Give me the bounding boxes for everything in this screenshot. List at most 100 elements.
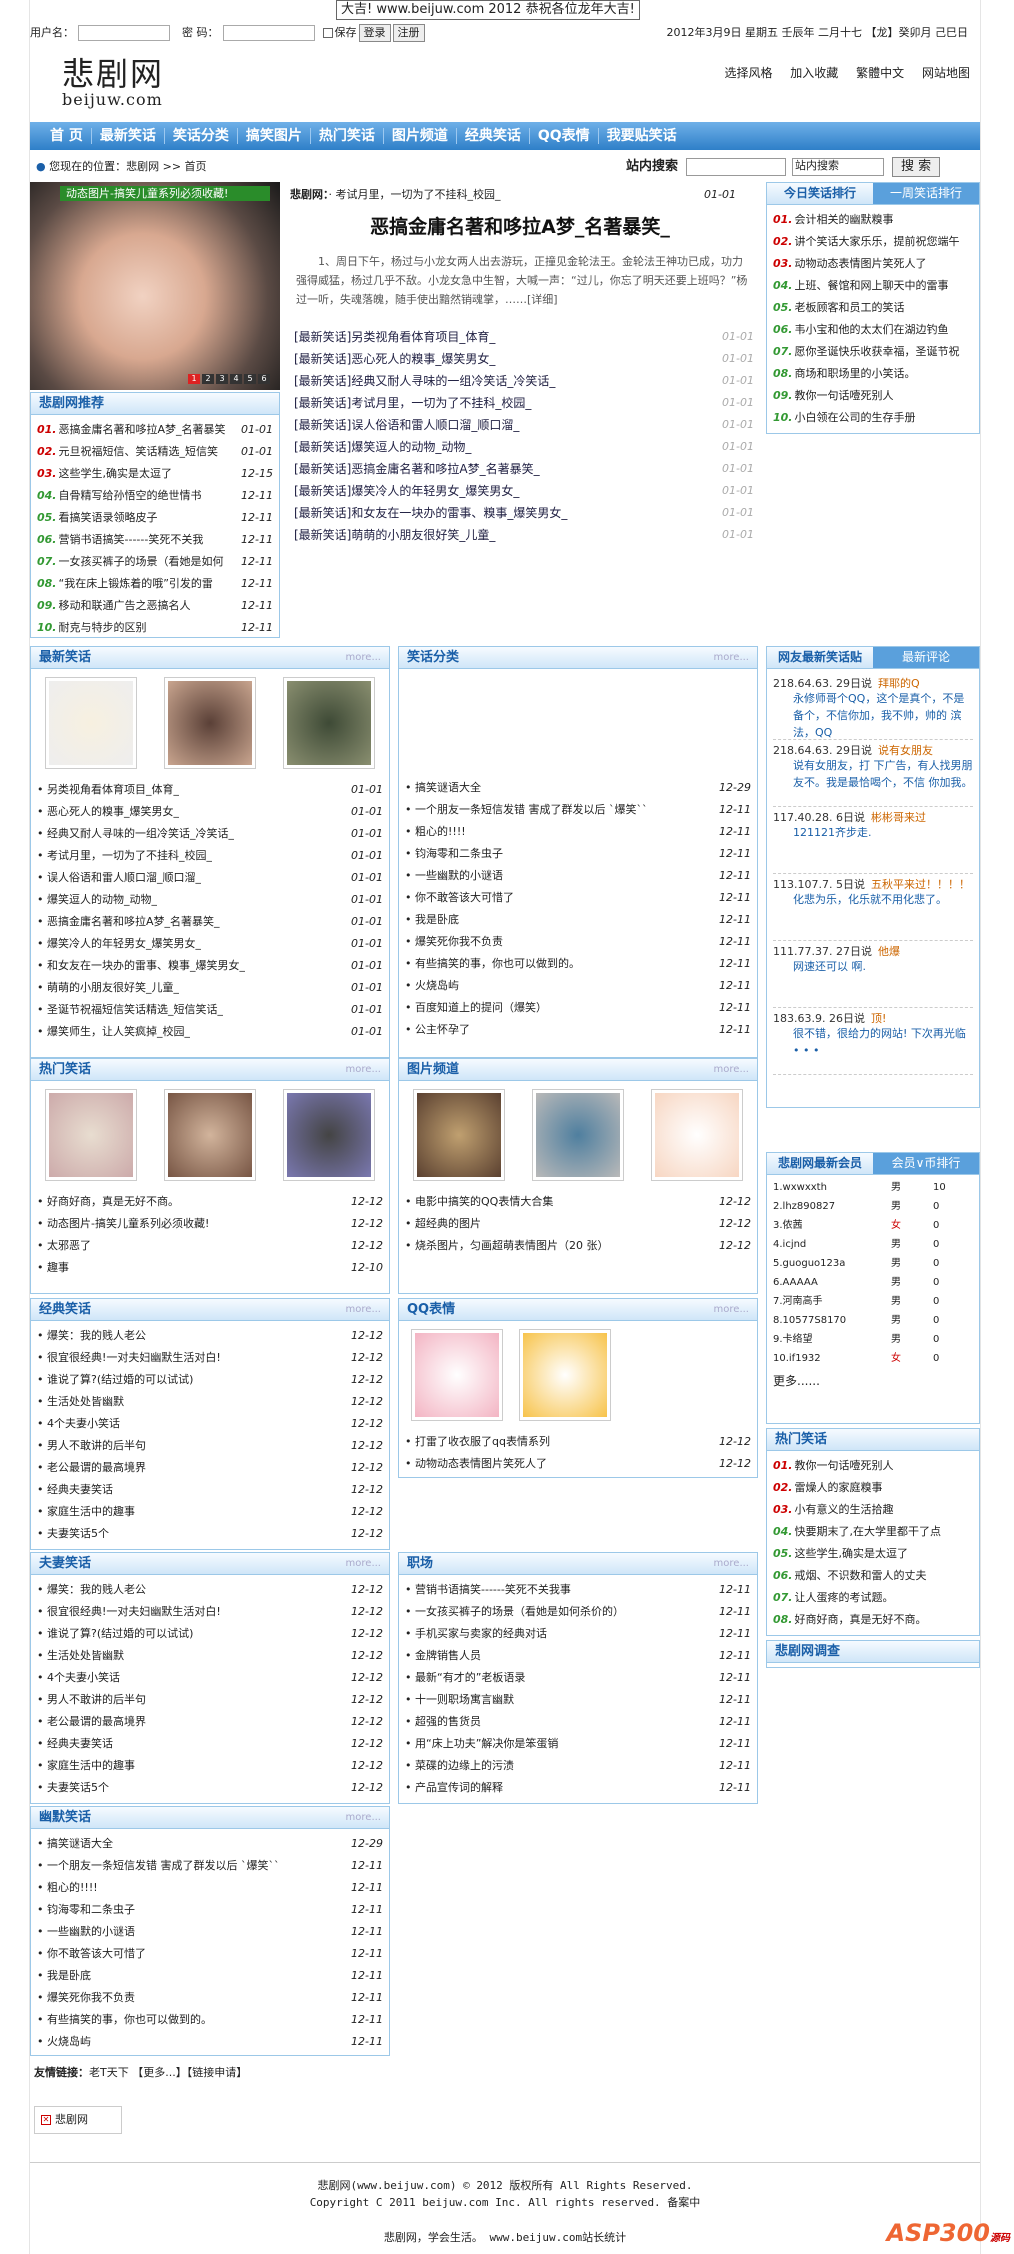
list-item-title[interactable]: 04. 快要期末了,在大学里都干了点 [773, 1525, 941, 1538]
list-item-title[interactable]: 05. 看搞笑语录领略皮子 [37, 511, 158, 524]
latest-title[interactable]: 最新笑话 [39, 650, 91, 666]
tab-user-posts[interactable]: 网友最新笑话贴 [767, 647, 873, 668]
link-traditional[interactable]: 繁體中文 [856, 66, 904, 80]
list-item-title[interactable]: • 家庭生活中的趣事 [37, 1505, 135, 1518]
list-item[interactable]: • 产品宣传词的解释 12-11 [405, 1777, 751, 1799]
list-item-title[interactable]: • 搞笑谜语大全 [37, 1837, 113, 1850]
list-item-title[interactable]: • 钧海零和二条虫子 [37, 1903, 135, 1916]
work-title[interactable]: 职场 [407, 1556, 433, 1572]
list-item[interactable]: • 超强的售货员 12-11 [405, 1711, 751, 1733]
list-item-text[interactable]: 生活处处皆幽默 [47, 1649, 124, 1662]
list-item-text[interactable]: 耐克与特步的区别 [59, 621, 147, 634]
list-item[interactable]: • 我是卧底 12-11 [37, 1965, 383, 1987]
list-item-text[interactable]: 爆笑师生，让人笑疯掉_校园_ [47, 1025, 190, 1038]
list-item[interactable]: • 爆笑逗人的动物_动物_ 01-01 [37, 889, 383, 911]
list-item[interactable]: 09. 教你一句话噎死别人 [773, 385, 973, 407]
list-item-title[interactable]: • 太邪恶了 [37, 1239, 91, 1252]
list-item-text[interactable]: 火烧岛屿 [47, 2035, 91, 2048]
member-row[interactable]: 7.河南高手男 0 [773, 1292, 973, 1311]
list-item-title[interactable]: • 粗心的!!!! [37, 1881, 98, 1894]
more-link[interactable]: more... [346, 1304, 381, 1316]
list-item-title[interactable]: • 用“床上功夫”解决你是笨蛋销 [405, 1737, 558, 1750]
list-item[interactable]: • 我是卧底 12-11 [405, 909, 751, 931]
slide-dot[interactable]: 2 [202, 374, 214, 384]
list-item-title[interactable]: 02. 雷燥人的家庭糗事 [773, 1481, 883, 1494]
list-item[interactable]: 03. 这些学生,确实是太逗了 12-15 [37, 463, 273, 485]
list-item-text[interactable]: 经典夫妻笑话 [47, 1483, 113, 1496]
message-author[interactable]: 顶! [871, 1012, 886, 1025]
news-item[interactable]: [最新笑话]和女友在一块办的雷事、糗事_爆笑男女_ 01-01 [294, 502, 754, 524]
thumbnail-image[interactable] [283, 677, 376, 769]
thumbnail-image[interactable] [531, 1089, 624, 1181]
list-item[interactable]: 08. 商场和职场里的小笑话。 [773, 363, 973, 385]
message-content[interactable]: 永修师哥个QQ，这个是真个，不是备个，不信你加，我不帅，帅的 滨法，QQ [773, 690, 973, 741]
list-item-text[interactable]: 爆笑冷人的年轻男女_爆笑男女_ [47, 937, 201, 950]
list-item-text[interactable]: 恶搞金庸名著和哆拉A梦_名著暴笑_ [47, 915, 220, 928]
list-item-text[interactable]: 爆笑逗人的动物_动物_ [47, 893, 157, 906]
list-item[interactable]: • 男人不敢讲的后半句 12-12 [37, 1689, 383, 1711]
list-item-title[interactable]: • 菜碟的边缘上的污渍 [405, 1759, 514, 1772]
list-item-text[interactable]: 公主怀孕了 [415, 1023, 470, 1036]
list-item-title[interactable]: • 十一则职场寓言幽默 [405, 1693, 514, 1706]
list-item-title[interactable]: • 超经典的图片 [405, 1217, 481, 1230]
category-title[interactable]: 笑话分类 [407, 650, 459, 666]
thumbnail-image[interactable] [283, 1089, 376, 1181]
list-item[interactable]: • 百度知道上的提问（爆笑） 12-11 [405, 997, 751, 1019]
list-item[interactable]: • 爆笑师生，让人笑疯掉_校园_ 01-01 [37, 1021, 383, 1043]
list-item-title[interactable]: 08. “我在床上锻炼着的哦”引发的雷 [37, 577, 213, 590]
thumbnail-image[interactable] [519, 1329, 611, 1421]
list-item-text[interactable]: 谁说了算?(结过婚的可以试试) [47, 1627, 193, 1640]
list-item[interactable]: 02. 讲个笑话大家乐乐，提前祝您端午 [773, 231, 973, 253]
list-item-title[interactable]: • 烧杀图片，匀画超萌表情图片（20 张） [405, 1239, 609, 1252]
list-item[interactable]: 08. 好商好商，真是无好不商。 [773, 1609, 973, 1631]
list-item[interactable]: • 男人不敢讲的后半句 12-12 [37, 1435, 383, 1457]
search-scope-select[interactable]: 站内搜索 [792, 157, 885, 176]
news-item[interactable]: [最新笑话]误人俗语和雷人顺口溜_顺口溜_ 01-01 [294, 414, 754, 436]
nav-classic[interactable]: 经典笑话 [457, 127, 530, 145]
list-item-text[interactable]: 一个朋友一条短信发错 害成了群发以后 `爆笑`` [415, 803, 648, 816]
login-button[interactable]: 登录 [358, 24, 391, 42]
list-item[interactable]: • 一些幽默的小谜语 12-11 [37, 1921, 383, 1943]
news-item[interactable]: [最新笑话]爆笑逗人的动物_动物_ 01-01 [294, 436, 754, 458]
classic-title[interactable]: 经典笑话 [39, 1302, 91, 1318]
news-item[interactable]: [最新笑话]恶心死人的糗事_爆笑男女_ 01-01 [294, 348, 754, 370]
list-item-title[interactable]: • 公主怀孕了 [405, 1023, 470, 1036]
list-item-title[interactable]: • 误人俗语和雷人顺口溜_顺口溜_ [37, 871, 201, 884]
list-item-title[interactable]: • 火烧岛屿 [37, 2035, 91, 2048]
list-item[interactable]: • 有些搞笑的事，你也可以做到的。 12-11 [405, 953, 751, 975]
site-logo[interactable]: 悲剧网 beijuw.com [62, 58, 164, 109]
list-item[interactable]: • 营销书语搞笑------笑死不关我事 12-11 [405, 1579, 751, 1601]
member-row[interactable]: 3.侬茜女 0 [773, 1216, 973, 1235]
slide-dot[interactable]: 3 [216, 374, 228, 384]
list-item-title[interactable]: • 4个夫妻小笑话 [37, 1671, 120, 1684]
list-item-title[interactable]: • 我是卧底 [37, 1969, 91, 1982]
members-more-link[interactable]: 更多...... [767, 1371, 979, 1391]
list-item-title[interactable]: 10. 小白领在公司的生存手册 [773, 411, 916, 424]
list-item[interactable]: • 你不敢答该大可惜了 12-11 [405, 887, 751, 909]
member-row[interactable]: 2.lhz890827 男 0 [773, 1197, 973, 1216]
member-name[interactable]: 7.河南高手 [773, 1296, 891, 1308]
list-item-text[interactable]: 恶搞金庸名著和哆拉A梦_名著暴笑 [59, 423, 226, 436]
news-item[interactable]: [最新笑话]萌萌的小朋友很好笑_儿童_ 01-01 [294, 524, 754, 546]
list-item-title[interactable]: • 一些幽默的小谜语 [37, 1925, 135, 1938]
list-item[interactable]: • 太邪恶了 12-12 [37, 1235, 383, 1257]
nav-category[interactable]: 笑话分类 [165, 127, 238, 145]
news-item-title[interactable]: [最新笑话]和女友在一块办的雷事、糗事_爆笑男女_ [294, 506, 567, 520]
list-item-title[interactable]: • 钧海零和二条虫子 [405, 847, 503, 860]
list-item-text[interactable]: 电影中搞笑的QQ表情大合集 [415, 1195, 553, 1208]
list-item-title[interactable]: • 火烧岛屿 [405, 979, 459, 992]
list-item-title[interactable]: • 另类视角看体育项目_体育_ [37, 783, 179, 796]
list-item-text[interactable]: 爆笑：我的贱人老公 [47, 1583, 146, 1596]
thumbnail-image[interactable] [412, 1089, 505, 1181]
link-favorite[interactable]: 加入收藏 [790, 66, 838, 80]
more-link[interactable]: more... [714, 1558, 749, 1570]
list-item-title[interactable]: 06. 戒烟、不识数和雷人的丈夫 [773, 1569, 927, 1582]
list-item-text[interactable]: 有些搞笑的事，你也可以做到的。 [47, 2013, 212, 2026]
list-item-title[interactable]: 04. 上班、餐馆和网上聊天中的雷事 [773, 279, 949, 292]
member-row[interactable]: 5.guoguo123a 男 0 [773, 1254, 973, 1273]
news-item[interactable]: [最新笑话]另类视角看体育项目_体育_ 01-01 [294, 326, 754, 348]
list-item-text[interactable]: 营销书语搞笑------笑死不关我事 [415, 1583, 571, 1596]
list-item[interactable]: • 一些幽默的小谜语 12-11 [405, 865, 751, 887]
member-row[interactable]: 9.卡络望男 0 [773, 1330, 973, 1349]
tab-comments[interactable]: 最新评论 [873, 647, 979, 668]
